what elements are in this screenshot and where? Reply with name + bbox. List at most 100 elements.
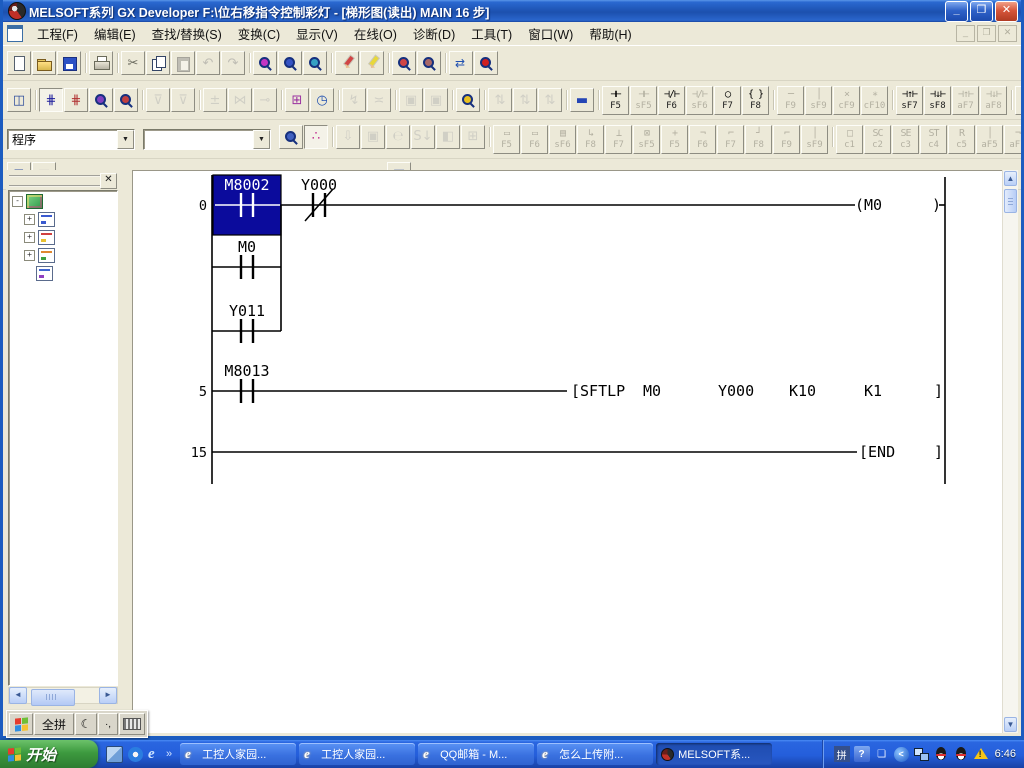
tree-hscrollbar[interactable]: ◄ ► xyxy=(8,687,118,704)
monitor-zoom-stop-button[interactable] xyxy=(417,51,441,75)
find-button[interactable] xyxy=(253,51,277,75)
sfc-st-key[interactable]: STc4 xyxy=(920,125,947,154)
tree-item-parameter[interactable]: + xyxy=(9,247,117,263)
block-display-button[interactable]: ⊞ xyxy=(461,125,485,149)
close-tree-icon[interactable]: ✕ xyxy=(100,173,117,189)
statement-edit-button[interactable] xyxy=(360,51,384,75)
vertical-line-key[interactable]: │sF9 xyxy=(805,86,832,115)
title-bar[interactable]: MELSOFT系列 GX Developer F:\位右移指令控制彩灯 - [梯… xyxy=(3,0,1021,22)
ime-softkeyboard-icon[interactable] xyxy=(119,713,145,735)
menu-1[interactable]: 工程(F) xyxy=(29,21,86,46)
device-batch-button[interactable]: ⇅ xyxy=(488,88,512,112)
collapse-icon[interactable]: - xyxy=(12,196,23,207)
sfc-adiv-key[interactable]: ¬aF7 xyxy=(1004,125,1021,154)
menu-5[interactable]: 显示(V) xyxy=(288,21,346,46)
sfc-dummy-key[interactable]: ▭F6 xyxy=(521,125,548,154)
block-information-button[interactable]: ◧ xyxy=(436,125,460,149)
delete-row-button[interactable]: ⋈ xyxy=(228,88,252,112)
qq-messenger-icon[interactable] xyxy=(933,746,949,762)
transfer-setup-button[interactable] xyxy=(449,51,473,75)
contact-label[interactable]: M8013 xyxy=(224,362,269,380)
window-cascade-button[interactable]: ▣ xyxy=(399,88,423,112)
instruction-close[interactable]: ] xyxy=(934,382,943,400)
open-contact-key[interactable]: ⊣⊢F5 xyxy=(602,86,629,115)
error-step-button[interactable]: ℮ xyxy=(386,125,410,149)
instruction-name[interactable]: [END xyxy=(859,443,895,461)
menu-8[interactable]: 工具(T) xyxy=(463,21,520,46)
circuit-find-write-button[interactable] xyxy=(114,88,138,112)
project-data-list-button[interactable]: ◫ xyxy=(7,88,31,112)
data-tree-button[interactable]: ∴ xyxy=(304,125,328,149)
sfc-sel-div-key[interactable]: ¬F6 xyxy=(689,125,716,154)
coil-label[interactable]: (M0 xyxy=(855,196,882,214)
sfc-sel-conv-key[interactable]: ⌐F7 xyxy=(717,125,744,154)
tree-item-device-memory[interactable] xyxy=(9,265,117,281)
menu-6[interactable]: 在线(O) xyxy=(346,21,405,46)
menu-3[interactable]: 查找/替换(S) xyxy=(144,21,230,46)
open-button[interactable] xyxy=(32,51,56,75)
buffer-monitor-button[interactable]: ⇅ xyxy=(538,88,562,112)
menu-4[interactable]: 变换(C) xyxy=(230,21,288,46)
start-button[interactable]: 开始 xyxy=(0,740,98,768)
delete-hline-key[interactable]: ×cF9 xyxy=(833,86,860,115)
contact-label[interactable]: Y011 xyxy=(229,302,265,320)
coil-key[interactable]: ◯F7 xyxy=(714,86,741,115)
child-window-icon[interactable] xyxy=(7,25,23,42)
save-button[interactable] xyxy=(57,51,81,75)
monitor-window-button[interactable]: ▬ xyxy=(570,88,594,112)
menu-9[interactable]: 窗口(W) xyxy=(520,21,581,46)
chevron-down-icon[interactable]: ▼ xyxy=(117,130,134,149)
comment-edit-button[interactable] xyxy=(335,51,359,75)
child-minimize-button[interactable]: _ xyxy=(956,25,975,42)
insert-row-button[interactable]: ± xyxy=(203,88,227,112)
tree-item-device-comment[interactable]: + xyxy=(9,229,117,245)
internet-explorer-icon[interactable]: e xyxy=(148,747,163,762)
alert-icon[interactable] xyxy=(973,746,989,762)
quick-launch-chevron-icon[interactable]: » xyxy=(166,748,172,760)
ladder-mode-button[interactable]: ⋕ xyxy=(39,88,63,112)
contact-label[interactable]: Y000 xyxy=(301,176,337,194)
ime-mode-button[interactable]: 全拼 xyxy=(34,713,74,735)
qq-messenger-icon[interactable] xyxy=(953,746,969,762)
instruction-arg[interactable]: M0 xyxy=(643,382,661,400)
language-bar-min-icon[interactable]: ❏ xyxy=(874,746,890,762)
remote-operation-button[interactable] xyxy=(474,51,498,75)
edge-convert-button[interactable]: ⊸ xyxy=(253,88,277,112)
child-restore-button[interactable]: ❐ xyxy=(977,25,996,42)
plc-write-button[interactable]: ⊽ xyxy=(146,88,170,112)
taskbar-button-5[interactable]: MELSOFT系... xyxy=(656,743,772,765)
hscroll-thumb[interactable] xyxy=(31,689,75,706)
sfc-c1-key[interactable]: □c1 xyxy=(836,125,863,154)
contact-label[interactable]: M0 xyxy=(238,238,256,256)
data-kind-combobox[interactable]: 程序 ▼ xyxy=(7,129,135,150)
expand-icon[interactable]: + xyxy=(24,250,35,261)
child-close-button[interactable]: ✕ xyxy=(998,25,1017,42)
language-collapse-icon[interactable]: < xyxy=(894,747,909,762)
block-convert-button[interactable]: ▣ xyxy=(361,125,385,149)
instruction-close[interactable]: ] xyxy=(934,443,943,461)
scroll-right-icon[interactable]: ► xyxy=(99,687,117,704)
taskbar-button-1[interactable]: e工控人家园... xyxy=(180,743,296,765)
step-run-button[interactable]: ↯ xyxy=(342,88,366,112)
scroll-left-icon[interactable]: ◄ xyxy=(9,687,27,704)
dock-grip[interactable] xyxy=(9,175,100,187)
rising-result-key[interactable]: ↑aF5 xyxy=(1015,86,1021,115)
program-check-button[interactable]: ⊞ xyxy=(285,88,309,112)
sfc-par-conv-key[interactable]: ⌐F9 xyxy=(773,125,800,154)
menu-10[interactable]: 帮助(H) xyxy=(581,21,639,46)
ladder-editor[interactable]: M8002Y000(M0)M0Y011M8013[SFTLPM0Y000K10K… xyxy=(132,170,1003,733)
ime-punct-icon[interactable]: ·, xyxy=(98,713,118,735)
restore-button[interactable]: ❐ xyxy=(970,1,993,22)
vscroll-thumb[interactable] xyxy=(1004,189,1017,213)
step-pause-button[interactable]: ≍ xyxy=(367,88,391,112)
sfc-end-key[interactable]: ⊥F7 xyxy=(605,125,632,154)
step-transition-button[interactable]: ⇩ xyxy=(336,125,360,149)
pinyin-ime-icon[interactable]: 拼 xyxy=(834,746,850,762)
device-regist-button[interactable]: ⇅ xyxy=(513,88,537,112)
minimize-button[interactable]: _ xyxy=(945,1,968,22)
menu-2[interactable]: 编辑(E) xyxy=(86,21,144,46)
help-tray-icon[interactable]: ? xyxy=(854,746,870,762)
circuit-find-button[interactable] xyxy=(89,88,113,112)
delete-vline-key[interactable]: ∗cF10 xyxy=(861,86,888,115)
block-combobox[interactable]: ▼ xyxy=(143,129,271,150)
